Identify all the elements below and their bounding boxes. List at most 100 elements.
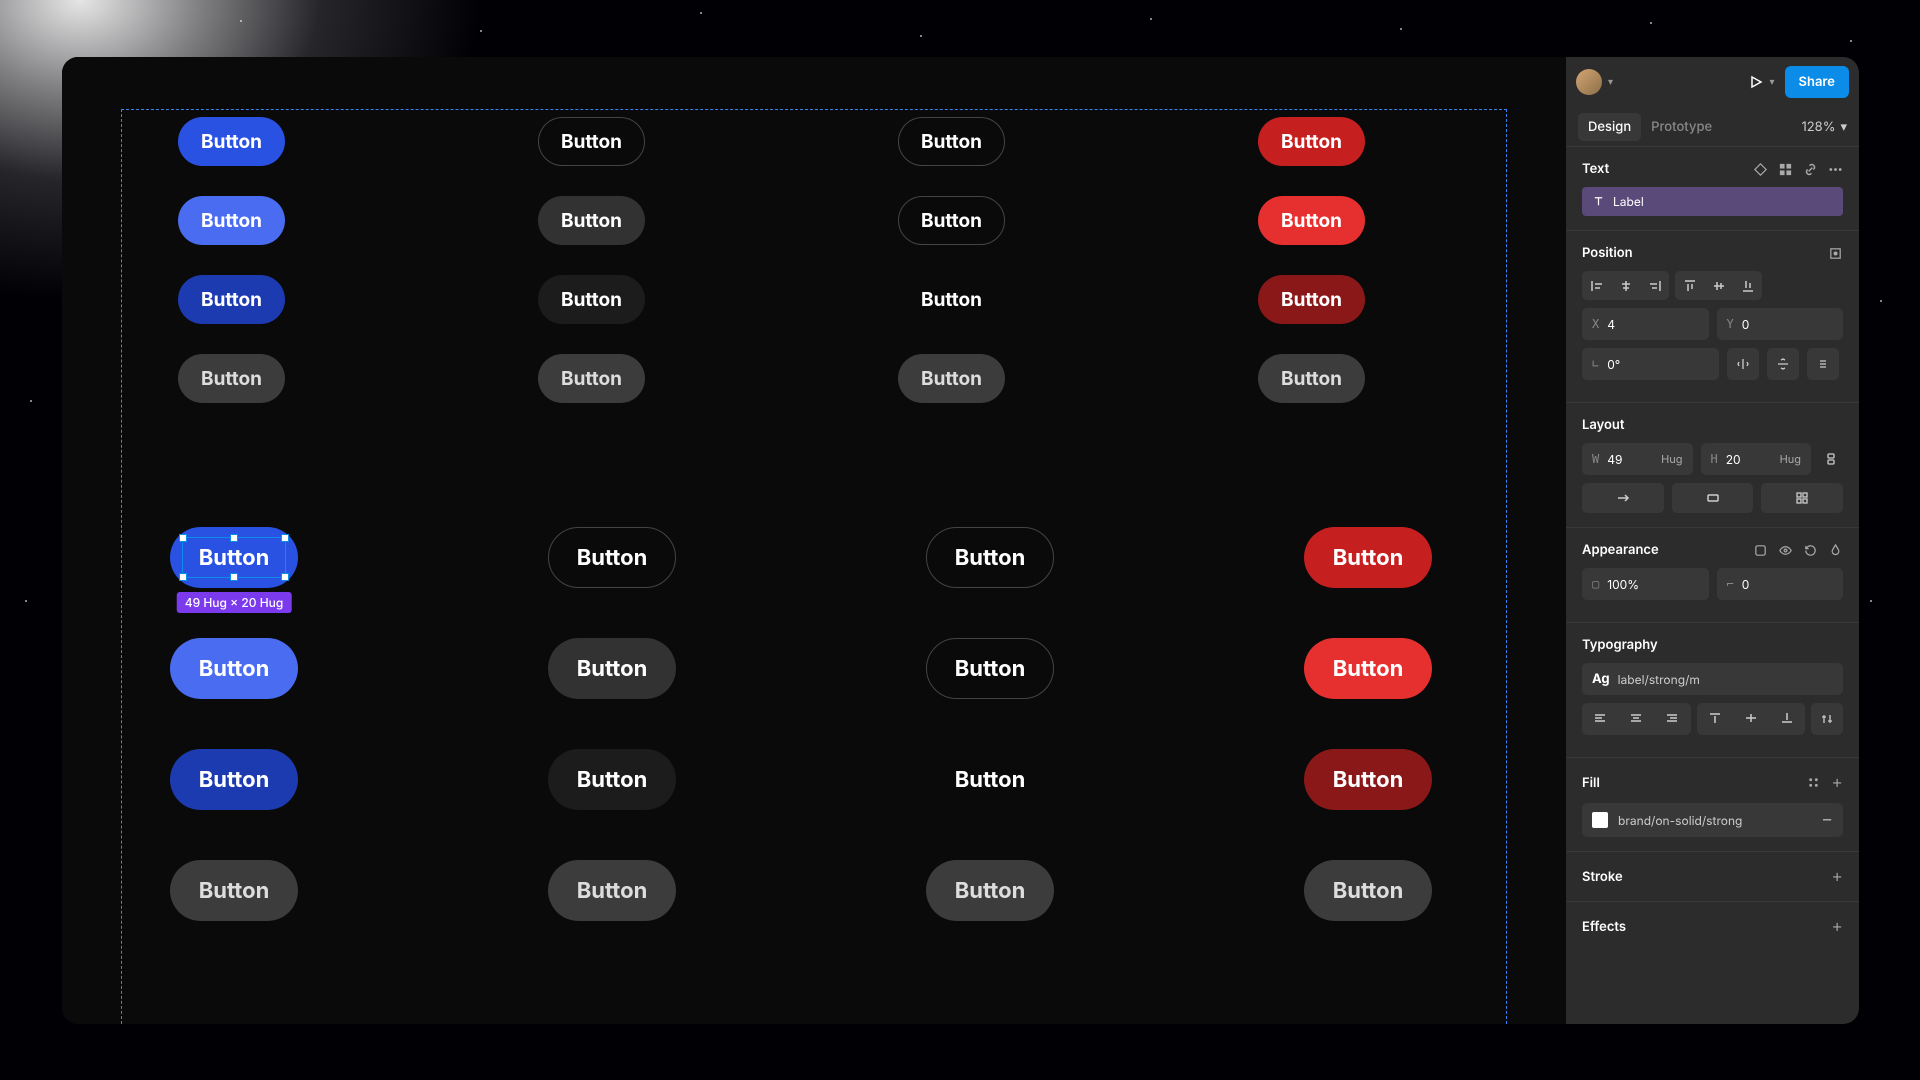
align-vcenter-icon[interactable] (1704, 271, 1733, 300)
button-primary-disabled-sm[interactable]: Button (178, 354, 285, 403)
grid-icon[interactable] (1778, 162, 1793, 177)
button-label: Button (561, 367, 622, 390)
eye-icon[interactable] (1778, 543, 1793, 558)
chevron-down-icon: ▾ (1840, 119, 1847, 135)
button-secondary-disabled-lg[interactable]: Button (548, 860, 676, 921)
button-primary-disabled-lg[interactable]: Button (170, 860, 298, 921)
text-align-right-icon[interactable] (1654, 703, 1690, 732)
blend-icon[interactable] (1828, 543, 1843, 558)
zoom-dropdown[interactable]: 128%▾ (1801, 119, 1847, 135)
button-primary-default-lg-selected[interactable]: Button 49 Hug × 20 Hug (170, 527, 298, 588)
button-danger-pressed-lg[interactable]: Button (1304, 749, 1432, 810)
button-danger-default-lg[interactable]: Button (1304, 527, 1432, 588)
button-secondary-default-lg[interactable]: Button (548, 527, 676, 588)
layout-wrap-icon[interactable] (1672, 483, 1754, 513)
button-secondary-hover-lg[interactable]: Button (548, 638, 676, 699)
user-avatar[interactable] (1576, 69, 1602, 95)
align-right-icon[interactable] (1640, 271, 1669, 300)
section-effects: Effects + (1566, 902, 1859, 951)
button-danger-hover-sm[interactable]: Button (1258, 196, 1365, 245)
button-danger-hover-lg[interactable]: Button (1304, 638, 1432, 699)
add-fill-icon[interactable]: + (1831, 772, 1843, 793)
chevron-down-icon[interactable]: ▾ (1770, 76, 1775, 88)
button-tertiary-pressed-sm[interactable]: Button (898, 275, 1005, 324)
share-button[interactable]: Share (1785, 66, 1849, 98)
button-tertiary-disabled-lg[interactable]: Button (926, 860, 1054, 921)
button-primary-hover-lg[interactable]: Button (170, 638, 298, 699)
text-valign-top-icon[interactable] (1697, 703, 1733, 732)
constrain-proportions-icon[interactable] (1819, 443, 1843, 475)
button-tertiary-hover-sm[interactable]: Button (898, 196, 1005, 245)
more-icon[interactable] (1828, 162, 1843, 177)
button-label: Button (561, 209, 622, 232)
text-align-left-icon[interactable] (1582, 703, 1618, 732)
resize-handle-tm[interactable] (230, 534, 238, 542)
layout-horizontal-icon[interactable] (1582, 483, 1664, 513)
button-tertiary-default-lg[interactable]: Button (926, 527, 1054, 588)
align-to-frame-icon[interactable] (1828, 246, 1843, 261)
text-valign-middle-icon[interactable] (1733, 703, 1769, 732)
button-secondary-disabled-sm[interactable]: Button (538, 354, 645, 403)
button-danger-disabled-lg[interactable]: Button (1304, 860, 1432, 921)
play-icon[interactable] (1748, 74, 1764, 90)
style-icon[interactable] (1806, 775, 1821, 790)
button-danger-pressed-sm[interactable]: Button (1258, 275, 1365, 324)
button-primary-pressed-lg[interactable]: Button (170, 749, 298, 810)
resize-handle-tr[interactable] (281, 534, 289, 542)
button-secondary-pressed-sm[interactable]: Button (538, 275, 645, 324)
flip-vertical-icon[interactable] (1767, 348, 1799, 380)
button-primary-default-sm[interactable]: Button (178, 117, 285, 166)
position-more-icon[interactable] (1807, 348, 1839, 380)
resize-handle-tl[interactable] (179, 534, 187, 542)
selection-size-badge: 49 Hug × 20 Hug (177, 592, 292, 613)
add-stroke-icon[interactable]: + (1831, 866, 1843, 887)
tab-design[interactable]: Design (1578, 113, 1641, 141)
chevron-down-icon[interactable]: ▾ (1608, 76, 1613, 88)
button-primary-hover-sm[interactable]: Button (178, 196, 285, 245)
variant-icon[interactable] (1753, 162, 1768, 177)
button-label: Button (201, 367, 262, 390)
button-secondary-default-sm[interactable]: Button (538, 117, 645, 166)
text-valign-bottom-icon[interactable] (1769, 703, 1805, 732)
button-secondary-pressed-lg[interactable]: Button (548, 749, 676, 810)
rotation-input[interactable]: ∟0° (1582, 348, 1719, 380)
text-align-center-icon[interactable] (1618, 703, 1654, 732)
button-primary-pressed-sm[interactable]: Button (178, 275, 285, 324)
panel-topbar: ▾ ▾ Share (1566, 57, 1859, 107)
align-bottom-icon[interactable] (1733, 271, 1762, 300)
link-icon[interactable] (1803, 162, 1818, 177)
align-top-icon[interactable] (1675, 271, 1704, 300)
layout-grid-icon[interactable] (1761, 483, 1843, 513)
height-input[interactable]: H20Hug (1701, 443, 1812, 475)
detach-icon[interactable]: − (1821, 811, 1833, 829)
button-tertiary-pressed-lg[interactable]: Button (926, 749, 1054, 810)
button-tertiary-hover-lg[interactable]: Button (926, 638, 1054, 699)
corner-radius-input[interactable]: ⌐0 (1717, 568, 1844, 600)
reset-icon[interactable] (1803, 543, 1818, 558)
design-canvas[interactable]: Button Button Button Button Button Butto… (62, 57, 1566, 1024)
resize-handle-bl[interactable] (179, 573, 187, 581)
opacity-input[interactable]: ▢100% (1582, 568, 1709, 600)
width-input[interactable]: W49Hug (1582, 443, 1693, 475)
flip-horizontal-icon[interactable] (1727, 348, 1759, 380)
button-tertiary-disabled-sm[interactable]: Button (898, 354, 1005, 403)
button-label: Button (955, 656, 1026, 682)
button-tertiary-default-sm[interactable]: Button (898, 117, 1005, 166)
button-danger-default-sm[interactable]: Button (1258, 117, 1365, 166)
selected-layer-chip[interactable]: Label (1582, 187, 1843, 216)
button-danger-disabled-sm[interactable]: Button (1258, 354, 1365, 403)
add-effect-icon[interactable]: + (1831, 916, 1843, 937)
y-position-input[interactable]: Y0 (1717, 308, 1844, 340)
variable-icon[interactable] (1753, 543, 1768, 558)
fill-token-chip[interactable]: brand/on-solid/strong − (1582, 803, 1843, 837)
x-position-input[interactable]: X4 (1582, 308, 1709, 340)
text-style-chip[interactable]: Ag label/strong/m (1582, 663, 1843, 695)
typography-settings-icon[interactable] (1811, 703, 1843, 735)
align-left-icon[interactable] (1582, 271, 1611, 300)
panel-tabs: Design Prototype 128%▾ (1566, 107, 1859, 147)
align-hcenter-icon[interactable] (1611, 271, 1640, 300)
tab-prototype[interactable]: Prototype (1641, 113, 1722, 141)
button-secondary-hover-sm[interactable]: Button (538, 196, 645, 245)
resize-handle-bm[interactable] (230, 573, 238, 581)
resize-handle-br[interactable] (281, 573, 289, 581)
